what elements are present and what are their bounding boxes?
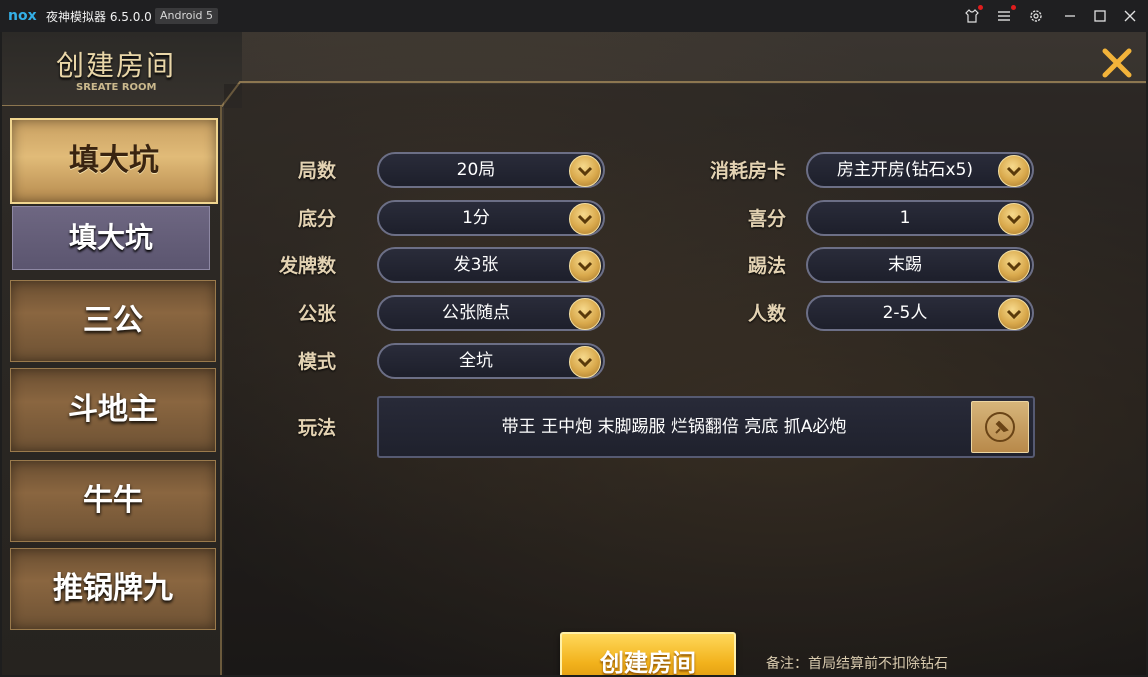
base-score-value: 1分: [462, 208, 490, 228]
nox-logo-icon: nox: [8, 8, 37, 24]
svg-text:nox: nox: [8, 8, 37, 24]
maximize-icon[interactable]: [1092, 8, 1108, 24]
base-score-label: 底分: [297, 208, 336, 230]
chevron-down-icon: [569, 155, 601, 187]
notification-dot: [1011, 5, 1016, 10]
sidebar-item-niuniu[interactable]: 牛牛: [10, 460, 216, 542]
android-version-badge: Android 5: [155, 8, 219, 24]
base-score-select[interactable]: 1分: [377, 200, 605, 236]
chevron-down-icon: [998, 250, 1030, 282]
room-card-cost-label: 消耗房卡: [709, 160, 786, 182]
game-screen: 创建房间 SREATE ROOM 填大坑 填大坑 三公 斗地主 牛牛 推锅牌九 …: [2, 32, 1146, 675]
chevron-down-icon: [569, 298, 601, 330]
chevron-down-icon: [998, 203, 1030, 235]
community-card-value: 公张随点: [442, 303, 510, 323]
chevron-down-icon: [569, 250, 601, 282]
notification-dot: [978, 5, 983, 10]
rounds-value: 20局: [456, 160, 496, 180]
mode-label: 模式: [297, 351, 336, 373]
bonus-score-select[interactable]: 1: [806, 200, 1034, 236]
kick-rule-select[interactable]: 末踢: [806, 247, 1034, 283]
player-count-value: 2-5人: [882, 303, 928, 323]
player-count-select[interactable]: 2-5人: [806, 295, 1034, 331]
sidebar-item-sangong[interactable]: 三公: [10, 280, 216, 362]
pin-icon: [985, 412, 1015, 442]
edit-rules-button[interactable]: [971, 401, 1029, 453]
community-card-select[interactable]: 公张随点: [377, 295, 605, 331]
bonus-score-value: 1: [899, 208, 911, 228]
chevron-down-icon: [569, 203, 601, 235]
rounds-select[interactable]: 20局: [377, 152, 605, 188]
gear-icon[interactable]: [1028, 8, 1044, 24]
sidebar-subitem[interactable]: 填大坑: [12, 206, 210, 270]
community-card-label: 公张: [297, 303, 336, 325]
player-count-label: 人数: [747, 303, 786, 325]
chevron-down-icon: [569, 346, 601, 378]
sidebar-item-tuiguo-paijiu[interactable]: 推锅牌九: [10, 548, 216, 630]
footer-note: 备注：首局结算前不扣除钻石: [766, 656, 948, 672]
close-icon[interactable]: [1122, 8, 1138, 24]
rounds-label: 局数: [297, 160, 336, 182]
emulator-title-bar: nox 夜神模拟器 6.5.0.0 Android 5: [0, 0, 1148, 32]
kick-rule-label: 踢法: [747, 255, 786, 277]
page-subtitle: SREATE ROOM: [76, 82, 157, 93]
chevron-down-icon: [998, 298, 1030, 330]
app-title: 夜神模拟器 6.5.0.0: [46, 10, 152, 24]
bonus-score-label: 喜分: [747, 208, 786, 230]
close-dialog-button[interactable]: [1100, 46, 1134, 80]
game-type-sidebar: 填大坑 填大坑 三公 斗地主 牛牛 推锅牌九: [2, 106, 222, 675]
sidebar-item-doudizhu[interactable]: 斗地主: [10, 368, 216, 452]
room-card-cost-value: 房主开房(钻石x5): [836, 160, 974, 180]
deal-count-label: 发牌数: [278, 255, 336, 277]
shirt-icon[interactable]: [964, 8, 980, 24]
create-room-button[interactable]: 创建房间: [560, 632, 736, 675]
play-rules-box[interactable]: 带王 王中炮 末脚踢服 烂锅翻倍 亮底 抓A必炮: [377, 396, 1035, 458]
deal-count-select[interactable]: 发3张: [377, 247, 605, 283]
page-title: 创建房间: [56, 49, 177, 82]
menu-icon[interactable]: [996, 8, 1012, 24]
sidebar-item-active-game[interactable]: 填大坑: [10, 118, 218, 204]
minimize-icon[interactable]: [1062, 8, 1078, 24]
play-rules-label: 玩法: [297, 417, 336, 439]
mode-select[interactable]: 全坑: [377, 343, 605, 379]
kick-rule-value: 末踢: [888, 255, 922, 275]
room-card-cost-select[interactable]: 房主开房(钻石x5): [806, 152, 1034, 188]
chevron-down-icon: [998, 155, 1030, 187]
play-rules-value: 带王 王中炮 末脚踢服 烂锅翻倍 亮底 抓A必炮: [501, 417, 847, 437]
deal-count-value: 发3张: [453, 255, 499, 275]
mode-value: 全坑: [459, 351, 493, 371]
room-settings-panel: 局数 20局 底分 1分 发牌数 发3张 公张 公张随点 模式 全坑 消耗房卡 …: [224, 84, 1146, 675]
